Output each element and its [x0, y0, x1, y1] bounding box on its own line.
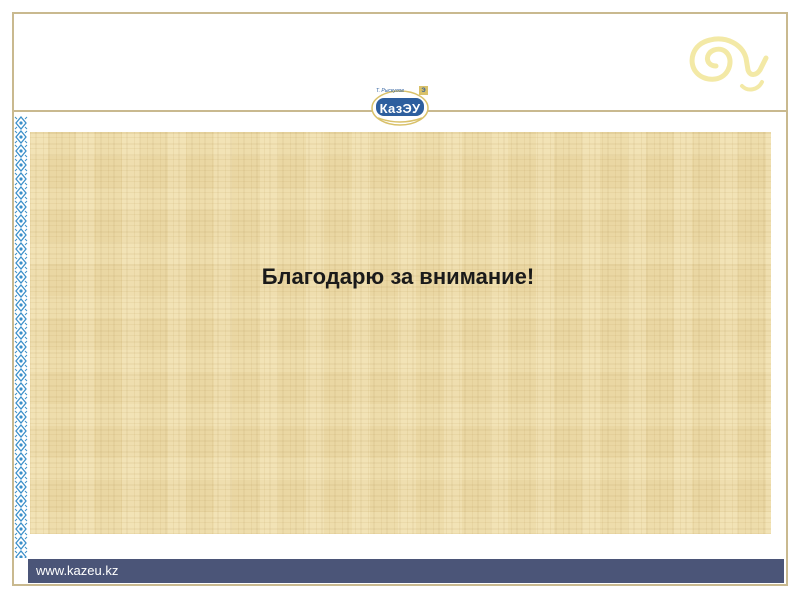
footer-url-link[interactable]: www.kazeu.kz — [36, 563, 118, 578]
message-text: Благодарю за внимание! — [261, 264, 535, 289]
kazakh-ornament-border — [14, 116, 28, 558]
kazeu-logo: Т. Рыскулов Э КазЭУ — [368, 84, 432, 128]
logo-label: КазЭУ — [379, 100, 421, 116]
parchment-content-area — [30, 132, 771, 534]
thank-you-message: Благодарю за внимание! — [0, 264, 800, 290]
slide: Т. Рыскулов Э КазЭУ Благодарю за внимани… — [0, 0, 800, 600]
swirl-ornament-icon — [689, 36, 769, 92]
footer-bar: www.kazeu.kz — [28, 559, 784, 583]
